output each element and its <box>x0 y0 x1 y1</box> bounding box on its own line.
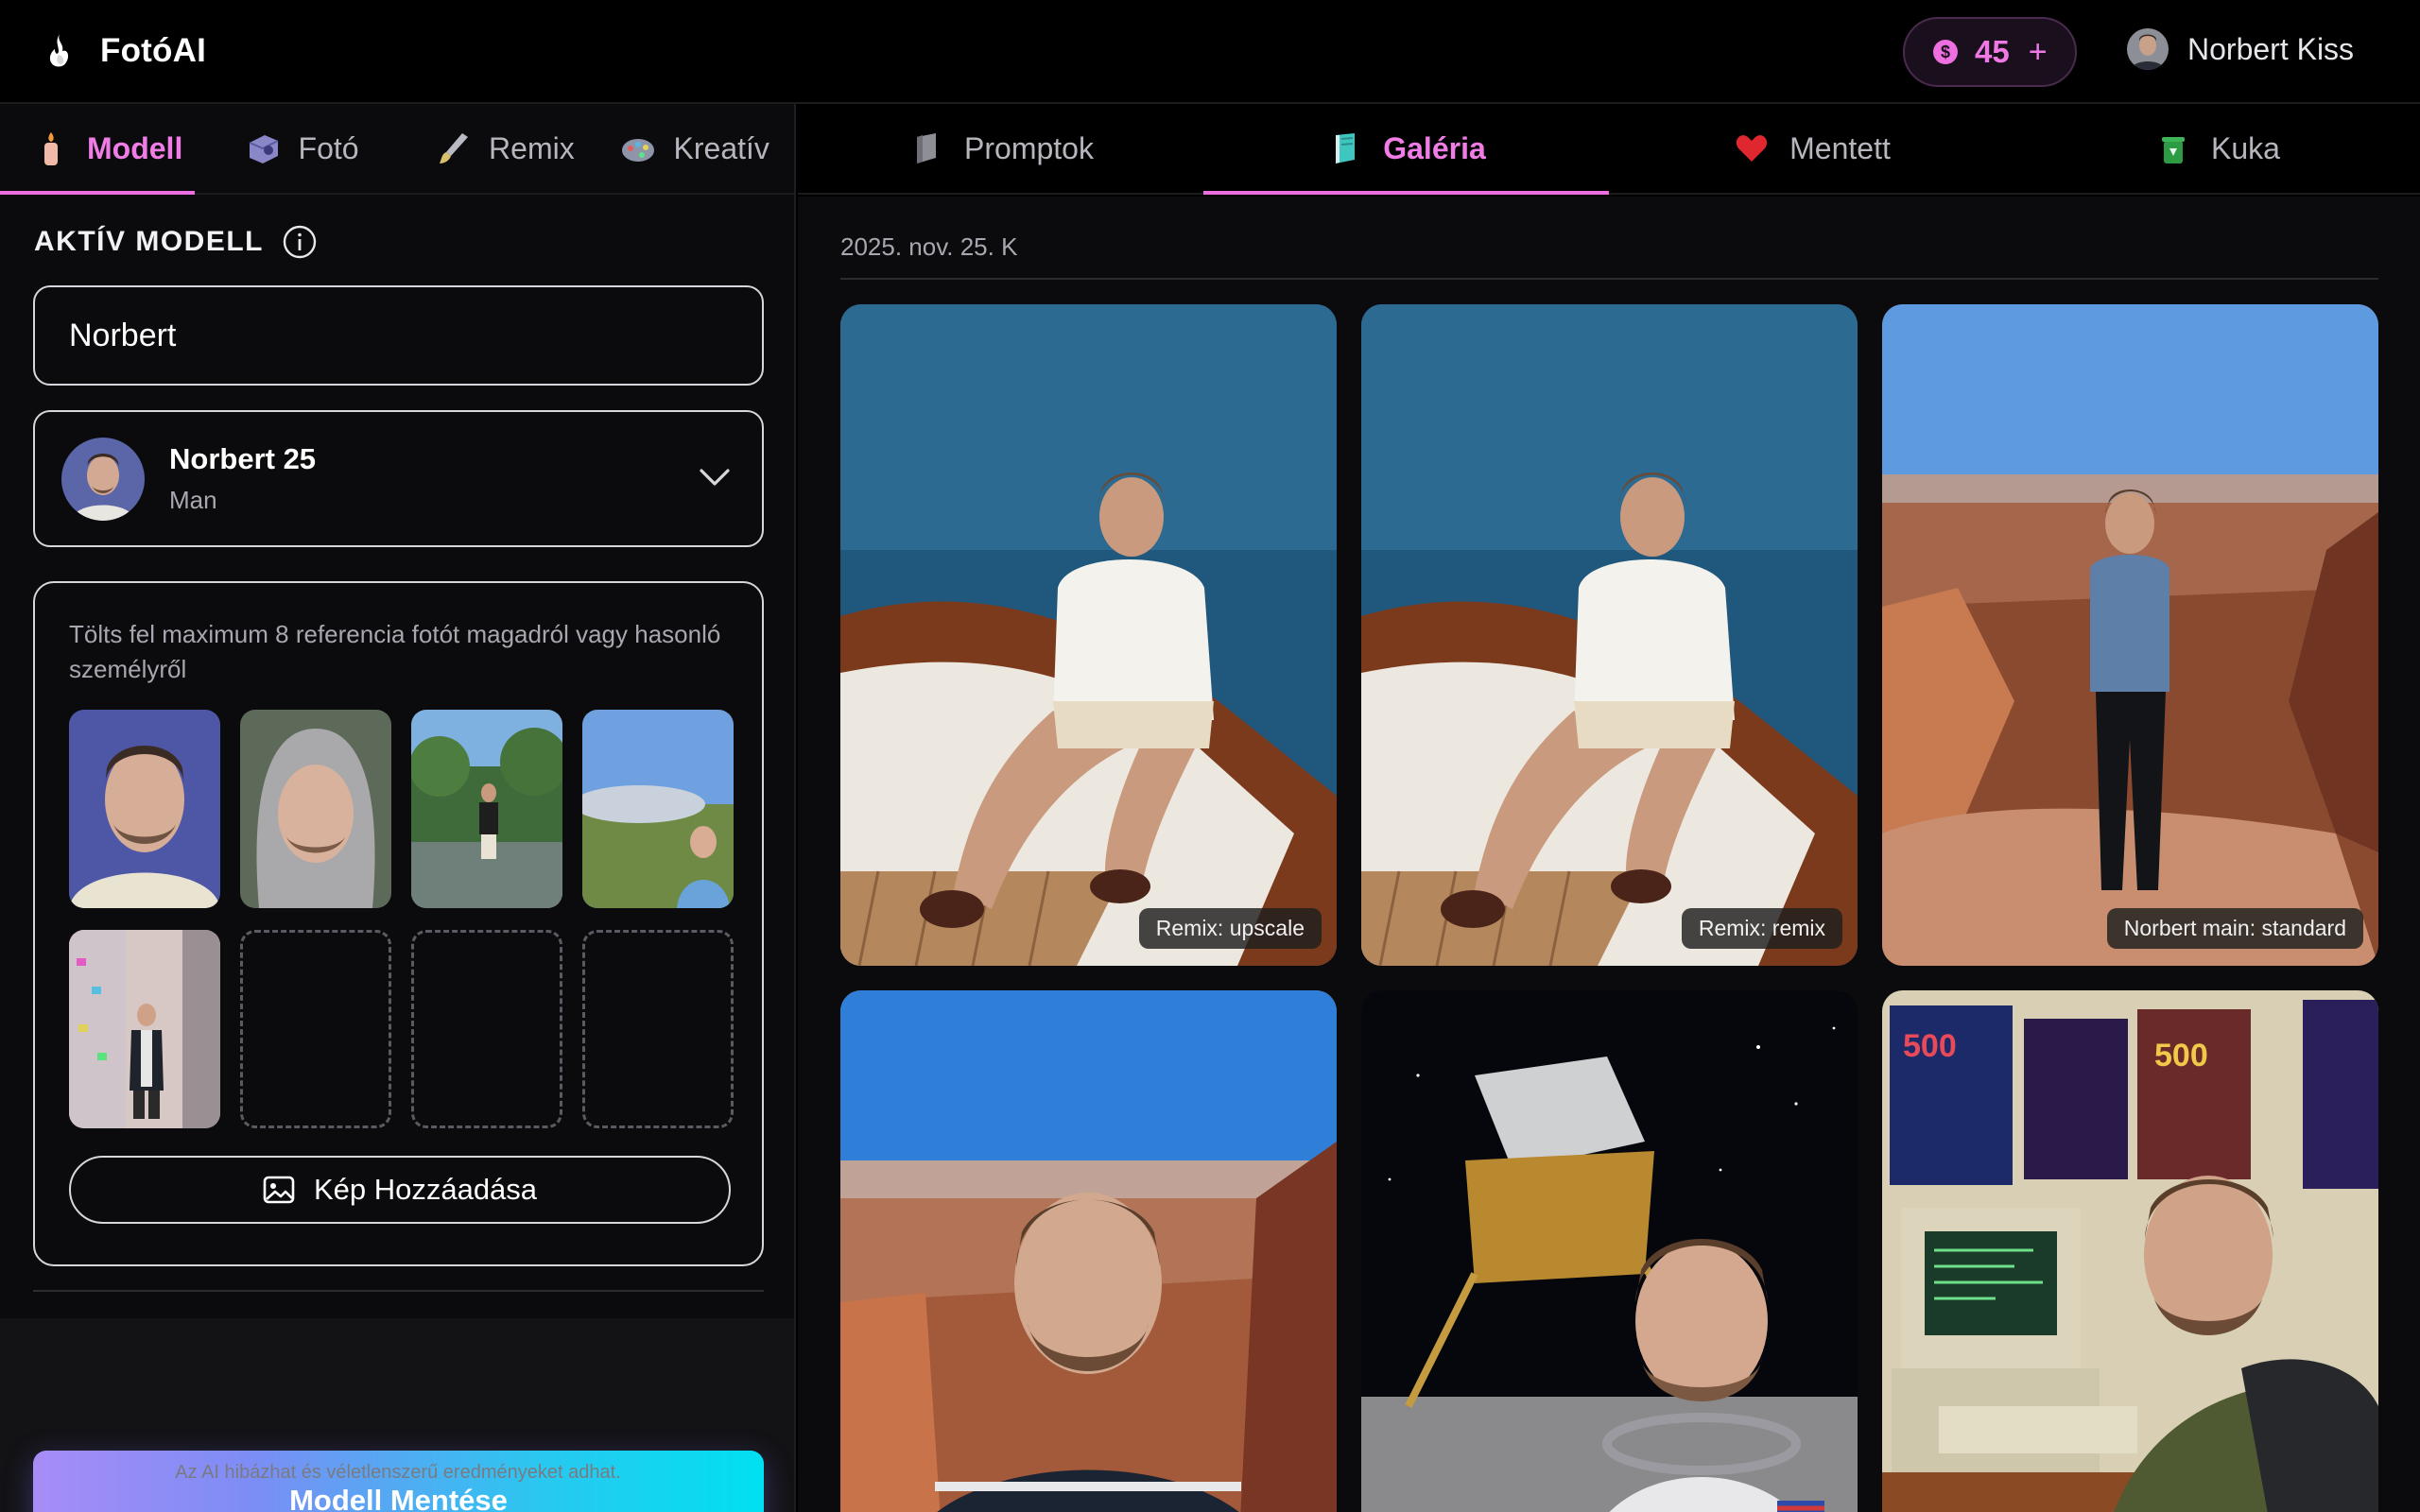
tab-promptok[interactable]: Promptok <box>798 104 1203 193</box>
gallery-item-2[interactable]: Remix: remix <box>1361 304 1858 966</box>
top-bar: FotóAI $ 45 + Norbert Kiss <box>0 0 2420 104</box>
reference-photo-1[interactable] <box>69 710 220 908</box>
app-name: FotóAI <box>100 32 206 69</box>
gallery-item-label: Remix: remix <box>1681 908 1842 949</box>
brand[interactable]: FotóAI <box>43 32 206 70</box>
add-image-button[interactable]: Kép Hozzáadása <box>69 1156 731 1224</box>
reference-photo-5[interactable] <box>69 930 220 1128</box>
tab-modell-label: Modell <box>87 130 183 165</box>
tab-remix-label: Remix <box>489 130 575 165</box>
reference-photos-box: Tölts fel maximum 8 referencia fotót mag… <box>33 581 764 1266</box>
avatar <box>2127 28 2169 70</box>
ai-disclaimer: Az AI hibázhat és véletlenszerű eredmény… <box>175 1462 621 1483</box>
candle-icon <box>44 132 58 165</box>
reference-photo-4[interactable] <box>582 710 734 908</box>
svg-text:500: 500 <box>2154 1038 2208 1074</box>
gallery: 2025. nov. 25. K Remix: upscale Remix: r… <box>798 197 2420 1512</box>
save-model-label: Modell Mentése <box>289 1484 508 1512</box>
brush-icon <box>440 133 469 163</box>
tab-mentett[interactable]: Mentett <box>1609 104 2014 193</box>
user-name: Norbert Kiss <box>2187 31 2355 66</box>
heart-icon <box>1737 135 1768 162</box>
credit-count: 45 <box>1975 34 2010 69</box>
gallery-item-1[interactable]: Remix: upscale <box>840 304 1337 966</box>
model-select-dropdown[interactable]: Norbert 25 Man <box>33 410 764 547</box>
chevron-down-icon <box>700 469 730 486</box>
active-model-title: AKTÍV MODELL <box>34 226 264 257</box>
svg-text:500: 500 <box>1903 1028 1957 1064</box>
tab-galeria[interactable]: Galéria <box>1203 104 1609 195</box>
gallery-item-label: Remix: upscale <box>1138 908 1322 949</box>
trash-icon <box>2162 137 2186 163</box>
add-image-label: Kép Hozzáadása <box>313 1173 538 1206</box>
tab-foto[interactable]: Fotó <box>195 104 410 193</box>
tab-remix[interactable]: Remix <box>409 104 618 193</box>
tab-mentett-label: Mentett <box>1789 130 1891 165</box>
tab-kreativ-label: Kreatív <box>673 130 769 165</box>
tab-promptok-label: Promptok <box>964 130 1094 165</box>
gallery-item-6[interactable]: 500 500 <box>1882 990 2378 1512</box>
tab-galeria-label: Galéria <box>1383 130 1486 165</box>
gallery-date: 2025. nov. 25. K <box>840 232 1018 261</box>
reference-photo-2[interactable] <box>240 710 391 908</box>
reference-photo-3[interactable] <box>411 710 562 908</box>
credits-button[interactable]: $ 45 + <box>1903 17 2077 87</box>
info-icon[interactable] <box>283 225 317 259</box>
model-avatar <box>61 437 145 521</box>
tab-foto-label: Fotó <box>298 130 359 165</box>
tab-modell[interactable]: Modell <box>0 104 195 195</box>
image-icon <box>263 1176 295 1204</box>
coin-icon: $ <box>1933 40 1958 64</box>
model-name-input[interactable] <box>33 285 764 386</box>
gallery-item-3[interactable]: Norbert main: standard <box>1882 304 2378 966</box>
date-divider <box>840 278 2378 280</box>
active-model-heading: AKTÍV MODELL <box>34 225 317 259</box>
left-tab-bar: Modell Fotó Remix Kreatív <box>0 104 794 195</box>
gallery-item-4[interactable] <box>840 990 1337 1512</box>
flame-logo-icon <box>49 34 69 67</box>
reference-photo-slot-empty[interactable] <box>411 930 562 1128</box>
model-panel: Modell Fotó Remix Kreatív AKTÍV MODELL N… <box>0 104 796 1512</box>
tab-kuka-label: Kuka <box>2211 130 2280 165</box>
reference-hint: Tölts fel maximum 8 referencia fotót mag… <box>69 620 721 683</box>
camera-icon <box>249 135 278 163</box>
tab-kreativ[interactable]: Kreatív <box>619 104 794 193</box>
user-menu[interactable]: Norbert Kiss <box>2127 28 2354 70</box>
tab-kuka[interactable]: Kuka <box>2014 104 2420 193</box>
gallery-item-5[interactable] <box>1361 990 1858 1512</box>
model-name: Norbert 25 <box>169 442 317 475</box>
add-credits-icon: + <box>2028 34 2048 70</box>
reference-photo-slot-empty[interactable] <box>582 930 734 1128</box>
divider <box>33 1290 764 1292</box>
book-icon <box>1336 133 1356 163</box>
reference-photo-slot-empty[interactable] <box>240 930 391 1128</box>
tag-icon <box>917 133 937 163</box>
gallery-tab-bar: Promptok Galéria Mentett Kuka <box>798 104 2420 195</box>
palette-icon <box>621 139 654 162</box>
gallery-item-label: Norbert main: standard <box>2106 908 2363 949</box>
model-gender: Man <box>169 486 217 514</box>
